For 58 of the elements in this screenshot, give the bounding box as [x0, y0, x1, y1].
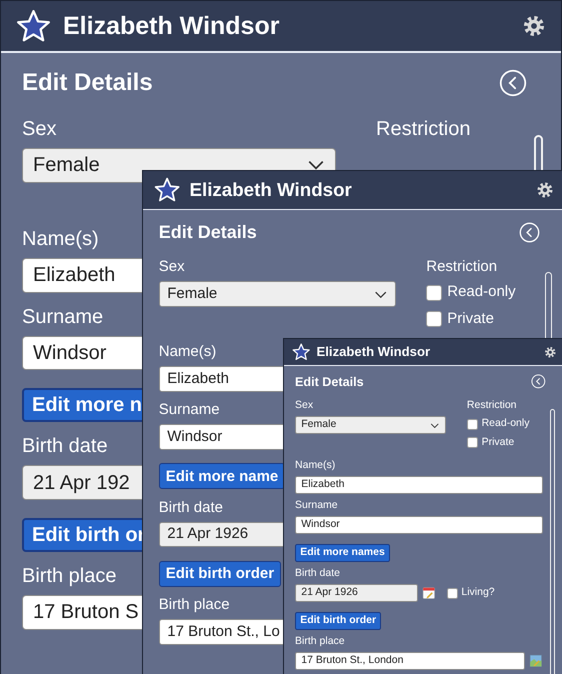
checkbox[interactable] [466, 436, 478, 448]
field-label: Surname [22, 304, 104, 330]
checkbox-label: Read-only [482, 416, 530, 432]
field-label: Sex [295, 399, 314, 414]
select-value: Female [301, 417, 336, 432]
checkbox-label: Private [482, 434, 514, 450]
checkbox[interactable] [426, 284, 442, 301]
checkbox-label: Private [447, 308, 494, 329]
field-label: Birth place [22, 564, 116, 590]
star-icon [292, 342, 310, 362]
checkbox-label: Read-only [447, 282, 516, 302]
star-icon [16, 8, 51, 44]
field-label: Name(s) [22, 227, 99, 252]
checkbox[interactable] [447, 588, 458, 599]
window-title: Elizabeth Windsor [63, 11, 280, 41]
field-label: Birth place [158, 594, 230, 614]
field-label: Sex [158, 257, 185, 277]
select-field[interactable]: Female [295, 416, 446, 434]
checkbox[interactable] [466, 418, 478, 430]
input-field[interactable]: Elizabeth [295, 476, 542, 494]
map-icon[interactable] [528, 654, 542, 668]
star-icon [154, 176, 180, 204]
input-field[interactable]: 17 Bruton St., London [295, 652, 525, 670]
action-button[interactable]: Edit birth order [158, 560, 282, 587]
field-label: Birth place [295, 635, 345, 650]
field-label: Sex [22, 117, 56, 142]
back-button[interactable] [499, 68, 527, 97]
settings-icon[interactable] [544, 346, 556, 358]
date-field[interactable]: 21 Apr 1926 [295, 584, 418, 602]
settings-icon[interactable] [536, 181, 554, 199]
field-label: Name(s) [295, 458, 336, 472]
action-button[interactable]: Edit more names [295, 544, 390, 562]
panel-heading: Edit Details [158, 220, 257, 244]
input-field[interactable]: Windsor [295, 516, 542, 534]
back-button[interactable] [518, 222, 540, 243]
field-label: Birth date [22, 434, 108, 460]
select-value: Female [33, 153, 100, 178]
group-label: Restriction [376, 117, 470, 142]
field-label: Surname [295, 499, 338, 513]
checkbox[interactable] [426, 311, 442, 327]
select-field[interactable]: Female [158, 281, 396, 308]
field-label: Name(s) [158, 342, 216, 362]
action-button[interactable]: Edit birth order [295, 612, 382, 630]
back-button[interactable] [531, 374, 546, 390]
group-label: Restriction [466, 399, 517, 414]
panel-heading: Edit Details [295, 374, 364, 390]
checkbox-label: Living? [461, 585, 495, 600]
window-title: Elizabeth Windsor [316, 344, 430, 360]
field-label: Surname [158, 400, 220, 420]
select-value: Female [167, 284, 218, 304]
group-label: Restriction [426, 257, 498, 277]
calendar-icon[interactable] [422, 586, 436, 600]
field-label: Birth date [158, 498, 223, 518]
scrollbar[interactable] [550, 409, 555, 674]
settings-icon[interactable] [522, 14, 546, 38]
field-label: Birth date [295, 567, 340, 582]
action-button[interactable]: Edit more name [158, 463, 286, 490]
panel-heading: Edit Details [22, 68, 153, 98]
